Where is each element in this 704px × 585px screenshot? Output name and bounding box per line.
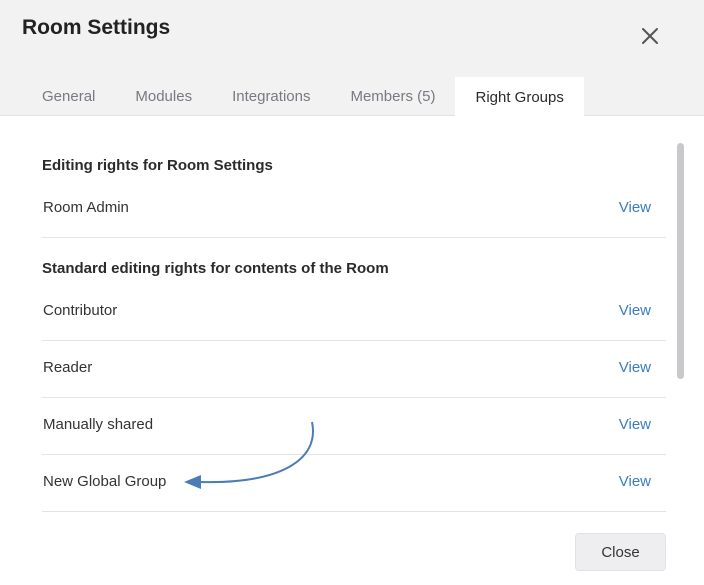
list-item-new-global-group: New Global Group View	[42, 455, 666, 512]
list-item-room-admin: Room Admin View	[42, 181, 666, 238]
section-heading-room-settings: Editing rights for Room Settings	[42, 157, 273, 174]
tab-general[interactable]: General	[22, 77, 115, 116]
row-label: New Global Group	[43, 473, 167, 490]
view-link[interactable]: View	[619, 199, 651, 216]
room-settings-dialog: Room Settings General Modules Integratio…	[0, 0, 704, 585]
right-groups-panel: Editing rights for Room Settings Room Ad…	[0, 117, 704, 527]
row-label: Room Admin	[43, 199, 129, 216]
view-link[interactable]: View	[619, 302, 651, 319]
list-item-contributor: Contributor View	[42, 284, 666, 341]
scrollbar-thumb[interactable]	[677, 143, 684, 379]
list-item-manually-shared: Manually shared View	[42, 398, 666, 455]
close-button[interactable]: Close	[575, 533, 666, 571]
row-label: Reader	[43, 359, 93, 376]
tab-modules[interactable]: Modules	[115, 77, 212, 116]
row-label: Manually shared	[43, 416, 154, 433]
tab-integrations[interactable]: Integrations	[212, 77, 330, 116]
annotation-arrow-icon	[184, 421, 314, 489]
tab-members[interactable]: Members (5)	[330, 77, 455, 116]
view-link[interactable]: View	[619, 473, 651, 490]
dialog-header: Room Settings General Modules Integratio…	[0, 0, 704, 117]
view-link[interactable]: View	[619, 359, 651, 376]
row-label: Contributor	[43, 302, 118, 319]
view-link[interactable]: View	[619, 416, 651, 433]
section-heading-room-contents: Standard editing rights for contents of …	[42, 260, 389, 277]
close-icon[interactable]	[636, 22, 664, 50]
list-item-reader: Reader View	[42, 341, 666, 398]
tab-bar: General Modules Integrations Members (5)…	[22, 77, 584, 117]
dialog-title: Room Settings	[22, 16, 171, 39]
tab-right-groups[interactable]: Right Groups	[455, 77, 584, 117]
